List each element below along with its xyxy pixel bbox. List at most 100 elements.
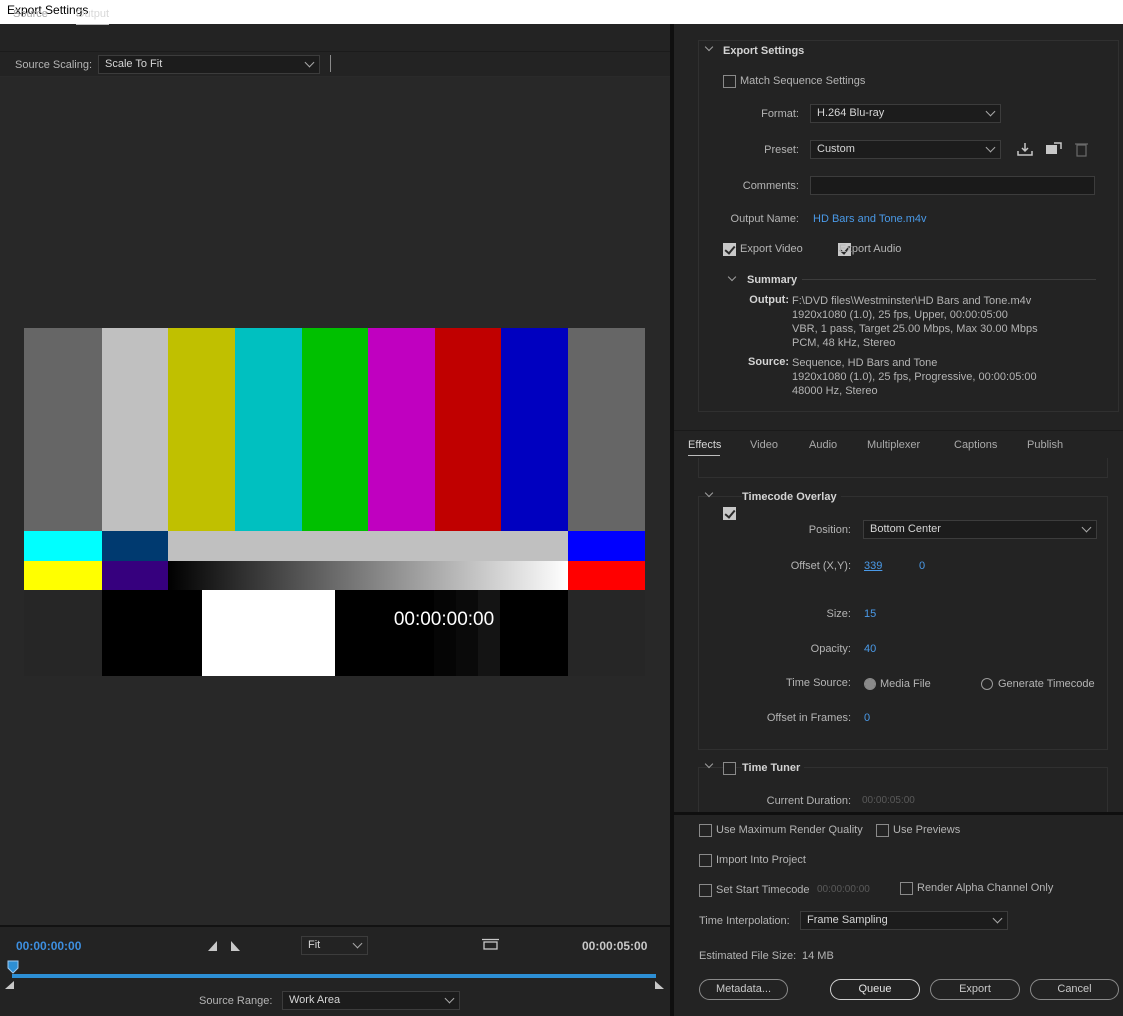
cancel-button[interactable]: Cancel: [1030, 979, 1119, 1000]
generate-timecode-radio[interactable]: [981, 678, 993, 690]
media-file-radio[interactable]: [864, 678, 876, 690]
estimated-size-value: 14 MB: [802, 950, 834, 962]
position-dropdown[interactable]: Bottom Center: [863, 520, 1097, 539]
output-name-link[interactable]: HD Bars and Tone.m4v: [813, 213, 927, 225]
previous-section: [698, 458, 1108, 478]
summary-source-line: Sequence, HD Bars and Tone: [792, 357, 938, 369]
timecode-overlay-checkbox[interactable]: [723, 507, 736, 520]
tab-source[interactable]: Source: [13, 8, 48, 20]
zoom-value: Fit: [308, 939, 321, 951]
comments-label: Comments:: [742, 180, 799, 192]
opacity-label: Opacity:: [810, 643, 851, 655]
chevron-down-icon: [444, 993, 455, 1004]
end-time: 00:00:05:00: [582, 939, 648, 953]
match-sequence-label: Match Sequence Settings: [740, 75, 866, 87]
export-video-checkbox[interactable]: [723, 243, 736, 256]
preview-tabs: [0, 24, 670, 52]
export-audio-label: Export Audio: [839, 243, 902, 255]
export-video-label: Export Video: [740, 243, 803, 255]
max-render-checkbox[interactable]: [699, 824, 712, 837]
export-settings-heading: Export Settings: [723, 45, 805, 57]
use-previews-checkbox[interactable]: [876, 824, 889, 837]
offset-label: Offset (X,Y):: [790, 560, 851, 572]
delete-preset-icon[interactable]: [1075, 142, 1088, 157]
summary-output-label: Output:: [749, 294, 789, 306]
chevron-down-icon: [985, 142, 996, 153]
window-title: Export Settings: [0, 0, 1123, 24]
match-sequence-checkbox[interactable]: [723, 75, 736, 88]
format-label: Format:: [761, 108, 799, 120]
tab-effects[interactable]: Effects: [688, 439, 721, 451]
preview-timecode: 00:00:00:00: [393, 609, 495, 630]
tab-effects-underline: [688, 455, 720, 456]
position-value: Bottom Center: [870, 523, 941, 535]
time-tuner-checkbox[interactable]: [723, 762, 736, 775]
summary-source-line: 1920x1080 (1.0), 25 fps, Progressive, 00…: [792, 371, 1037, 383]
offset-y-value[interactable]: 0: [919, 560, 925, 572]
export-button[interactable]: Export: [930, 979, 1020, 1000]
timeline-track[interactable]: [12, 974, 656, 978]
time-interpolation-dropdown[interactable]: Frame Sampling: [800, 911, 1008, 930]
offset-x-value[interactable]: 339: [864, 560, 882, 572]
preset-value: Custom: [817, 143, 855, 155]
max-render-label: Use Maximum Render Quality: [716, 824, 863, 836]
chevron-down-icon: [1081, 522, 1092, 533]
import-project-checkbox[interactable]: [699, 854, 712, 867]
current-time[interactable]: 00:00:00:00: [16, 939, 81, 953]
summary-source: Sequence, HD Bars and Tone 1920x1080 (1.…: [792, 356, 1037, 398]
save-preset-icon[interactable]: [1017, 142, 1034, 157]
zoom-dropdown[interactable]: Fit: [301, 936, 368, 955]
position-label: Position:: [808, 524, 851, 536]
start-timecode-value: 00:00:00:00: [817, 884, 870, 895]
time-tuner-heading: Time Tuner: [742, 762, 805, 774]
summary-source-line: 48000 Hz, Stereo: [792, 385, 878, 397]
summary-divider: [802, 279, 1096, 280]
metadata-button[interactable]: Metadata...: [699, 979, 788, 1000]
playhead-icon[interactable]: [7, 960, 19, 976]
size-value[interactable]: 15: [864, 608, 876, 620]
set-start-timecode-checkbox[interactable]: [699, 884, 712, 897]
chevron-down-icon: [992, 913, 1003, 924]
mark-in-out-icon[interactable]: [207, 940, 241, 952]
source-range-dropdown[interactable]: Work Area: [282, 991, 460, 1010]
set-start-timecode-label: Set Start Timecode: [716, 884, 810, 896]
summary-output-line: PCM, 48 kHz, Stereo: [792, 337, 896, 349]
aspect-ratio-icon[interactable]: [482, 938, 499, 952]
chevron-down-icon: [985, 106, 996, 117]
tab-multiplexer[interactable]: Multiplexer: [867, 439, 920, 451]
tab-publish[interactable]: Publish: [1027, 439, 1063, 451]
time-source-label: Time Source:: [785, 677, 851, 689]
offset-frames-label: Offset in Frames:: [766, 712, 851, 724]
source-range-label: Source Range:: [199, 995, 273, 1007]
preset-label: Preset:: [764, 144, 799, 156]
summary-source-label: Source:: [748, 356, 789, 368]
offset-frames-value[interactable]: 0: [864, 712, 870, 724]
output-name-label: Output Name:: [730, 213, 799, 225]
timecode-overlay-heading: Timecode Overlay: [742, 491, 841, 503]
in-point-icon[interactable]: [4, 980, 16, 990]
summary-output: F:\DVD files\Westminster\HD Bars and Ton…: [792, 294, 1038, 350]
out-point-icon[interactable]: [654, 980, 666, 990]
opacity-value[interactable]: 40: [864, 643, 876, 655]
current-duration-label: Current Duration:: [766, 795, 851, 807]
comments-field[interactable]: [810, 176, 1095, 195]
time-interpolation-value: Frame Sampling: [807, 914, 888, 926]
tab-output[interactable]: Output: [76, 8, 110, 25]
import-preset-icon[interactable]: [1045, 142, 1062, 157]
format-dropdown[interactable]: H.264 Blu-ray: [810, 104, 1001, 123]
tab-video[interactable]: Video: [750, 439, 778, 451]
source-scaling-dropdown[interactable]: Scale To Fit: [98, 55, 320, 74]
chevron-down-icon: [304, 57, 315, 68]
tab-audio[interactable]: Audio: [809, 439, 837, 451]
media-file-label: Media File: [880, 678, 931, 690]
tab-captions[interactable]: Captions: [954, 439, 997, 451]
source-scaling-value: Scale To Fit: [105, 58, 163, 70]
divider: [330, 55, 331, 72]
size-label: Size:: [826, 608, 851, 620]
render-alpha-checkbox[interactable]: [900, 882, 913, 895]
preset-dropdown[interactable]: Custom: [810, 140, 1001, 159]
time-tuner-section: [698, 767, 1108, 817]
queue-button[interactable]: Queue: [830, 979, 920, 1000]
generate-timecode-label: Generate Timecode: [998, 678, 1095, 690]
estimated-size-label: Estimated File Size:: [699, 950, 797, 962]
